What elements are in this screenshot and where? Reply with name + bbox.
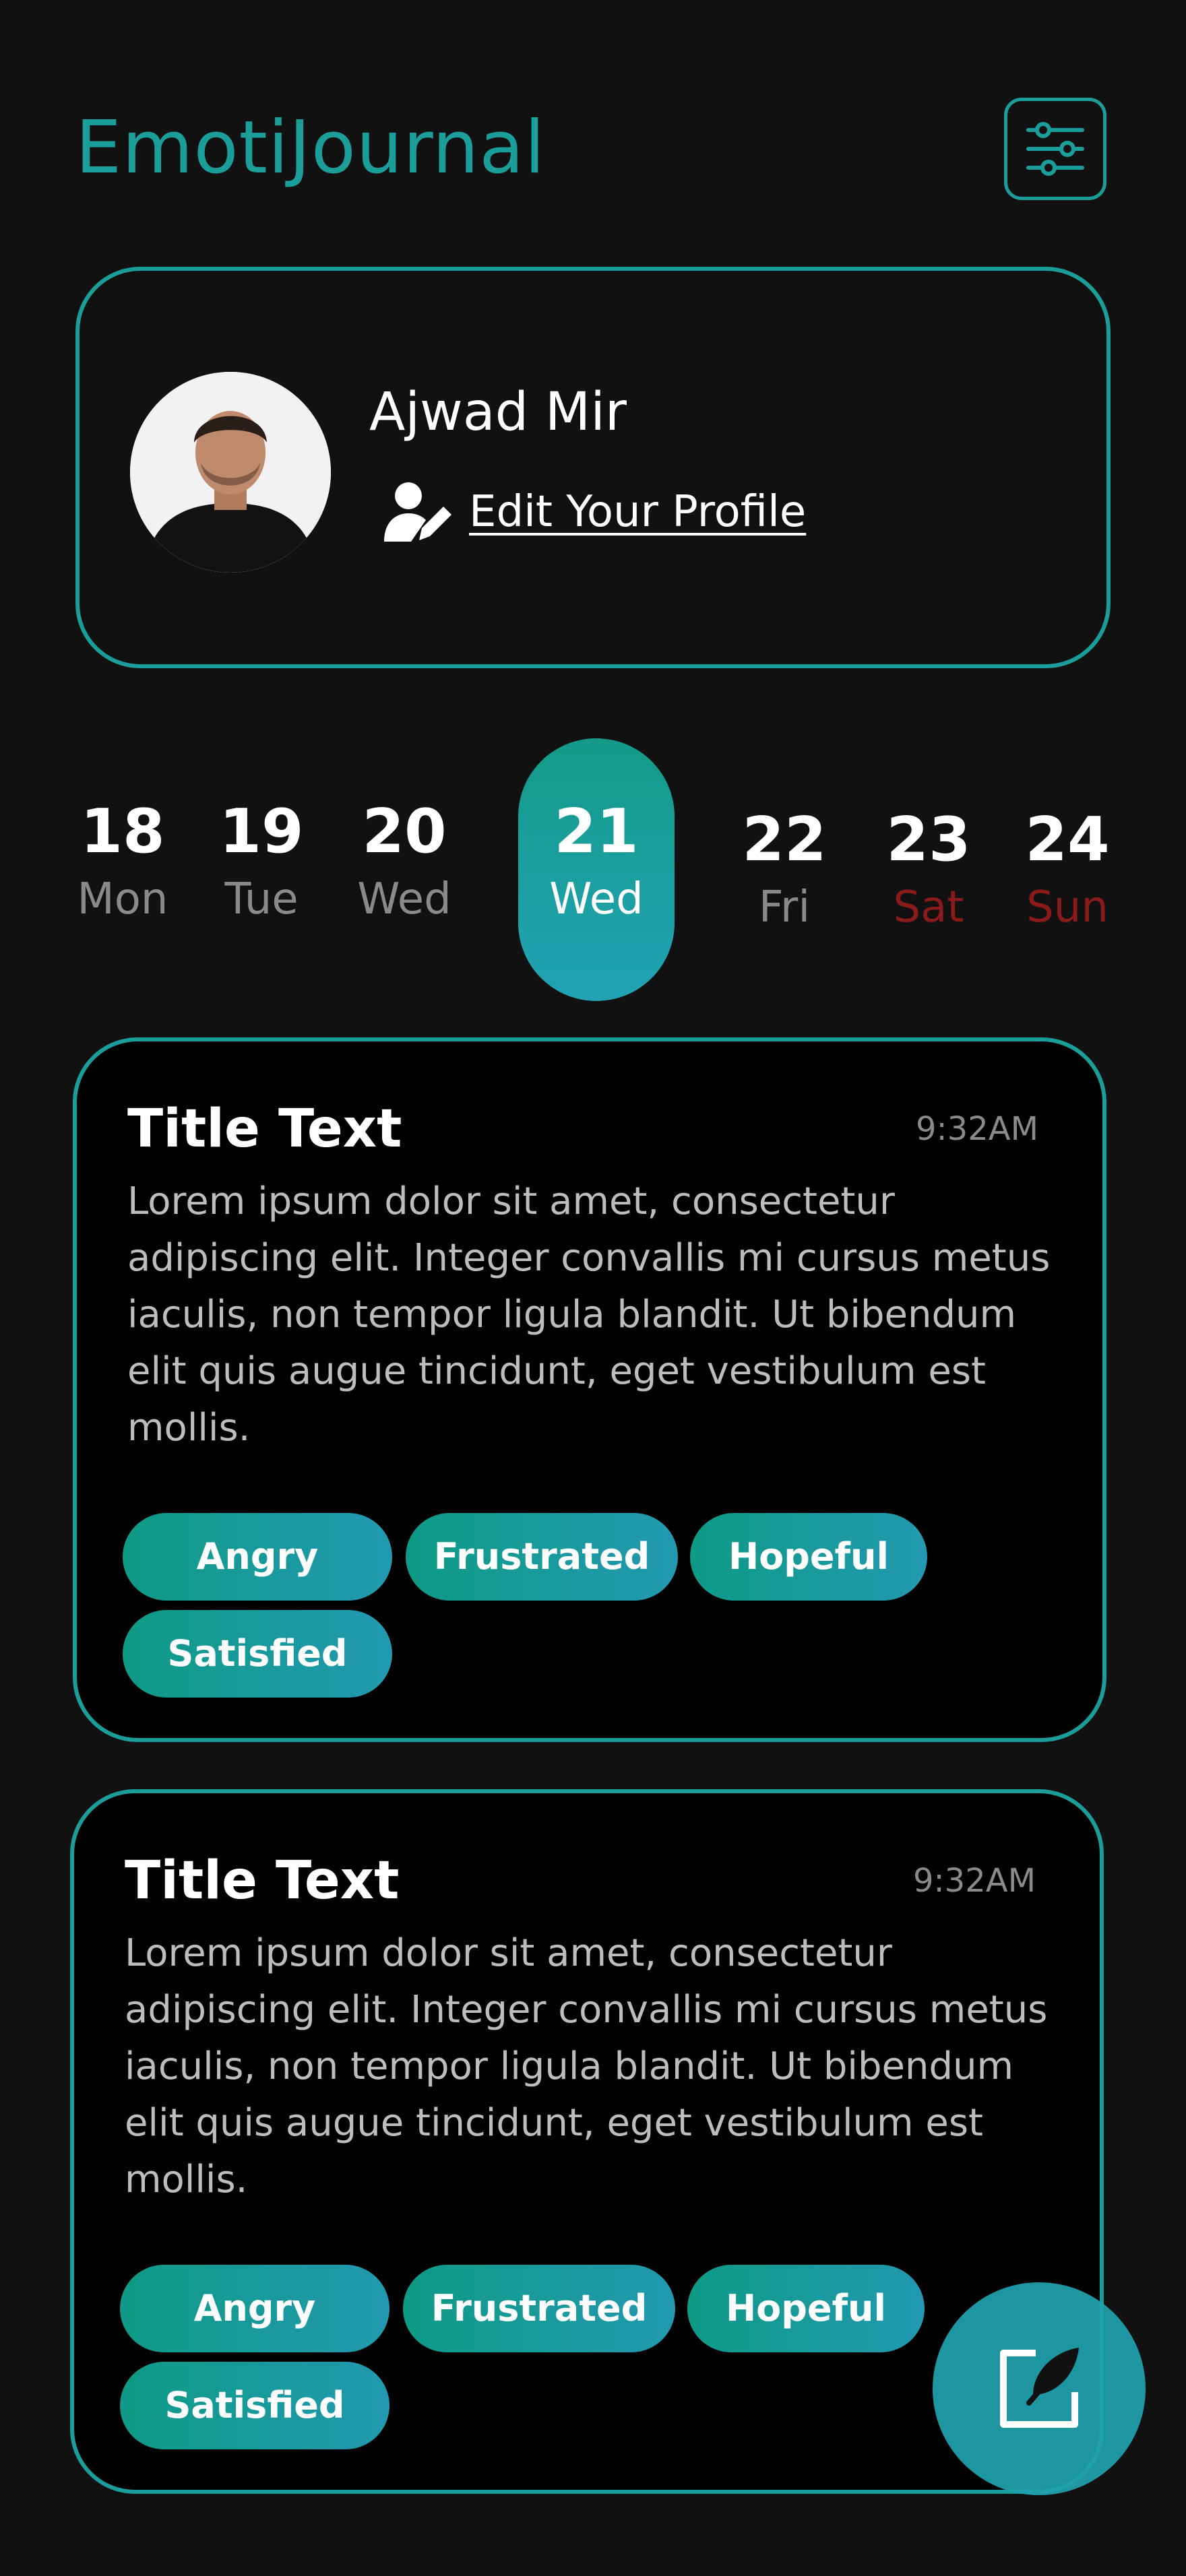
app-title: EmotiJournal — [75, 106, 546, 190]
day-number: 22 — [742, 804, 827, 875]
calendar-day-23[interactable]: 23 Sat — [848, 803, 1009, 938]
avatar[interactable] — [130, 372, 331, 573]
calendar-day-19[interactable]: 19 Tue — [181, 795, 342, 930]
day-name: Mon — [77, 874, 168, 924]
new-entry-icon — [1000, 2348, 1079, 2428]
emotion-tag[interactable]: Hopeful — [687, 2265, 925, 2352]
emotion-tag[interactable]: Hopeful — [690, 1513, 927, 1601]
entry-title: Title Text — [127, 1099, 402, 1159]
profile-name: Ajwad Mir — [369, 382, 627, 443]
sliders-icon — [1026, 122, 1084, 176]
profile-card: Ajwad Mir Edit Your Profile — [75, 267, 1111, 668]
day-number: 18 — [80, 796, 165, 867]
day-number: 23 — [886, 804, 971, 875]
new-entry-button[interactable] — [933, 2282, 1146, 2495]
day-name: Tue — [224, 874, 299, 924]
calendar-day-21-selected[interactable]: 21 Wed — [518, 738, 675, 1001]
day-number: 21 — [554, 796, 639, 867]
emotion-tag[interactable]: Frustrated — [406, 1513, 678, 1601]
emotion-tag[interactable]: Frustrated — [403, 2265, 675, 2352]
day-name: Sat — [893, 882, 964, 932]
emotion-tag[interactable]: Angry — [123, 1513, 392, 1601]
edit-profile-link[interactable]: Edit Your Profile — [381, 480, 806, 544]
entry-body: Lorem ipsum dolor sit amet, consectetur … — [127, 1180, 1051, 1450]
emotion-tag[interactable]: Angry — [120, 2265, 389, 2352]
day-number: 24 — [1025, 804, 1110, 875]
emotion-tag[interactable]: Satisfied — [123, 1610, 392, 1698]
calendar-day-22[interactable]: 22 Fri — [704, 803, 865, 938]
calendar-day-24[interactable]: 24 Sun — [987, 803, 1148, 938]
user-edit-icon — [384, 482, 451, 542]
calendar-day-20[interactable]: 20 Wed — [323, 795, 485, 930]
settings-button[interactable] — [1004, 98, 1106, 200]
calendar-day-18[interactable]: 18 Mon — [42, 795, 204, 930]
emotion-tag[interactable]: Satisfied — [120, 2362, 389, 2449]
day-name: Sun — [1026, 882, 1109, 932]
day-name: Wed — [549, 874, 644, 924]
entry-body: Lorem ipsum dolor sit amet, consectetur … — [125, 1931, 1048, 2201]
entry-title: Title Text — [125, 1850, 400, 1911]
day-number: 20 — [362, 796, 447, 867]
day-name: Fri — [758, 882, 811, 932]
entry-time: 9:32AM — [912, 1862, 1036, 1900]
day-number: 19 — [219, 796, 304, 867]
day-name: Wed — [357, 874, 451, 924]
entry-time: 9:32AM — [915, 1110, 1038, 1148]
edit-profile-label: Edit Your Profile — [469, 487, 807, 537]
journal-entry-card[interactable]: Title Text 9:32AM Lorem ipsum dolor sit … — [73, 1037, 1106, 1742]
